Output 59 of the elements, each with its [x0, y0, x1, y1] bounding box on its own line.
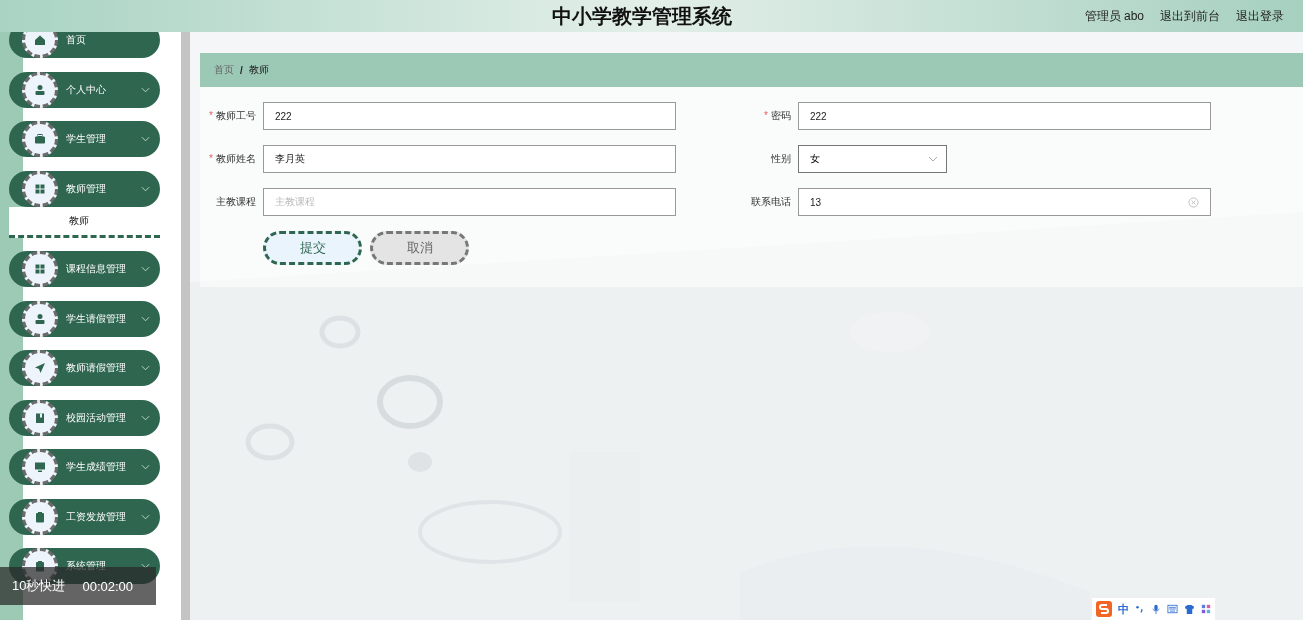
field-label: * 教师姓名 [208, 152, 256, 166]
chevron-icon [141, 513, 150, 520]
chevron-icon [141, 136, 150, 142]
menu-item[interactable]: 课程信息管理 [9, 251, 160, 287]
app-title: 中小学教学管理系统 [552, 3, 732, 29]
chevron-icon [141, 365, 150, 371]
keyboard-icon[interactable] [1167, 604, 1178, 614]
briefcase-icon [34, 133, 46, 145]
field-label: * 密码 [763, 109, 791, 123]
chevron-icon [141, 563, 150, 569]
shirt-icon[interactable] [1184, 603, 1195, 615]
home-icon [34, 34, 46, 46]
input-field[interactable]: 222 [263, 102, 676, 130]
menu-item[interactable]: 教师管理 [9, 170, 160, 207]
scrollbar[interactable] [181, 32, 190, 620]
menu-item[interactable]: 学生管理 [9, 121, 160, 157]
chevron-icon [928, 156, 938, 162]
monitor-icon [34, 461, 46, 473]
breadcrumb-separator: / [240, 64, 243, 76]
header-link[interactable]: 退出登录 [1236, 7, 1284, 25]
microphone-icon[interactable] [1151, 603, 1161, 615]
menu-item[interactable]: 学生请假管理 [9, 300, 160, 337]
chevron-icon [141, 315, 150, 322]
person-icon [34, 83, 46, 96]
chevron-icon [141, 86, 150, 93]
menu-item[interactable]: 个人中心 [9, 71, 160, 108]
header-link[interactable]: 退出到前台 [1160, 7, 1220, 25]
field-label: 联系电话 [750, 195, 791, 209]
clipboard-icon [34, 510, 46, 523]
menu-item[interactable]: 校园活动管理 [9, 399, 160, 436]
paper-plane-icon [34, 362, 46, 374]
menu-item[interactable]: 工资发放管理 [9, 498, 160, 535]
chevron-icon [141, 266, 150, 272]
submit-button[interactable]: 提交 [263, 231, 362, 265]
menu-item[interactable]: 首页 [9, 32, 160, 58]
chevron-icon [141, 185, 150, 192]
apps-grid-icon[interactable] [1201, 604, 1211, 614]
menu-item[interactable]: 学生成绩管理 [9, 449, 160, 485]
field-label: * 教师工号 [208, 109, 256, 123]
menu-item[interactable]: 教师请假管理 [9, 350, 160, 386]
input-field[interactable]: 李月英 [263, 145, 676, 173]
punctuation-icon[interactable] [1135, 604, 1145, 614]
chevron-icon [141, 414, 150, 421]
field-label: 主教课程 [215, 195, 256, 209]
grid-icon [34, 263, 46, 275]
input-mode-label[interactable]: 中 [1118, 601, 1129, 617]
breadcrumb-item: 教师 [248, 63, 269, 77]
person-icon [34, 312, 46, 325]
input-field[interactable]: 222 [798, 102, 1211, 130]
cancel-button[interactable]: 取消 [370, 231, 469, 265]
field-label: 性别 [770, 152, 791, 166]
grid-icon [34, 182, 46, 195]
submenu-item[interactable]: 教师 [9, 206, 160, 235]
admin-username: 管理员 abo [1084, 7, 1144, 25]
s-logo-icon [1096, 601, 1112, 617]
book-icon [34, 411, 46, 424]
input-field[interactable]: 13 [798, 188, 1211, 216]
gender-select[interactable]: 女 [798, 145, 947, 173]
chevron-icon [141, 464, 150, 470]
